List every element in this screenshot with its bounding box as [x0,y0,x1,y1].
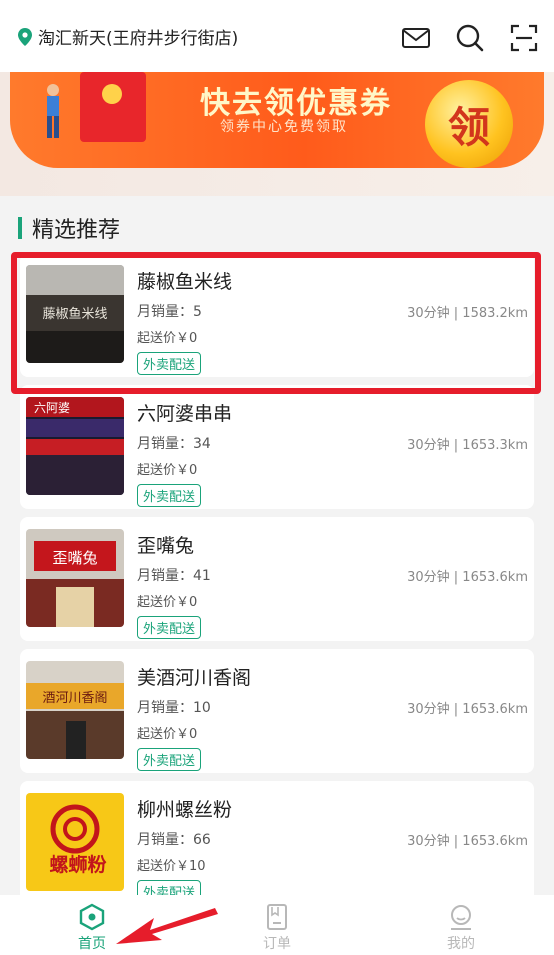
store-time-distance: 30分钟 | 1653.6km [407,834,528,849]
store-sign-text: 六阿婆 [34,401,70,415]
store-name: 六阿婆串串 [137,403,233,425]
store-sales: 月销量：34 [137,436,211,452]
store-name: 歪嘴兔 [137,535,195,557]
section-title-text: 精选推荐 [32,218,121,243]
store-name: 柳州螺丝粉 [137,799,233,821]
store-card[interactable]: 六阿婆 六阿婆串串 月销量：34 30分钟 | 1653.3km 起送价￥0 外… [20,385,534,509]
store-time-distance: 30分钟 | 1653.6km [407,702,528,717]
store-sales: 月销量：41 [137,568,211,584]
store-card[interactable]: 歪嘴兔 歪嘴兔 月销量：41 30分钟 | 1653.6km 起送价￥0 外卖配… [20,517,534,641]
store-min-price: 起送价￥10 [137,859,206,874]
store-thumbnail: 螺蛳粉 [26,793,124,891]
store-thumbnail: 酒河川香阁 [26,661,124,759]
store-name: 美酒河川香阁 [137,667,252,689]
store-sign-text: 歪嘴兔 [52,549,97,567]
home-icon [78,903,106,931]
person-illustration [40,82,66,142]
store-thumbnail: 歪嘴兔 [26,529,124,627]
coin-icon: 领 [425,80,513,168]
mail-icon[interactable] [400,22,432,54]
location-pin-icon [18,27,32,46]
profile-icon [447,903,475,931]
delivery-tag: 外卖配送 [137,616,202,639]
red-envelope-icon [80,72,146,142]
store-min-price: 起送价￥0 [137,595,198,610]
search-icon[interactable] [454,22,486,54]
tab-profile[interactable]: 我的 [401,895,521,955]
tab-orders-label: 订单 [263,936,291,952]
coupon-banner[interactable]: 快去领优惠券 领券中心免费领取 领 [0,72,554,196]
red-arrow-annotation [116,908,218,944]
coin-label: 领 [447,102,490,152]
store-card[interactable]: 螺蛳粉 柳州螺丝粉 月销量：66 30分钟 | 1653.6km 起送价￥10 … [20,781,534,905]
section-title: 精选推荐 [18,212,120,244]
section-marker [18,217,22,239]
delivery-tag: 外卖配送 [137,748,202,771]
store-time-distance: 30分钟 | 1653.6km [407,570,528,585]
location-selector[interactable]: 淘汇新天(王府井步行街店) [18,24,238,49]
banner-subtitle: 领券中心免费领取 [220,119,348,135]
highlight-box [11,252,541,394]
store-thumbnail: 六阿婆 [26,397,124,495]
bottom-tab-bar: 首页 订单 我的 [0,895,554,955]
scan-icon[interactable] [508,22,540,54]
store-min-price: 起送价￥0 [137,727,198,742]
store-time-distance: 30分钟 | 1653.3km [407,438,528,453]
delivery-tag: 外卖配送 [137,484,202,507]
store-sales: 月销量：10 [137,700,211,716]
store-min-price: 起送价￥0 [137,463,198,478]
store-sales: 月销量：66 [137,832,211,848]
tab-profile-label: 我的 [447,936,475,952]
orders-icon [263,903,291,931]
store-card[interactable]: 酒河川香阁 美酒河川香阁 月销量：10 30分钟 | 1653.6km 起送价￥… [20,649,534,773]
store-sign-text: 螺蛳粉 [49,853,106,876]
store-sign-text: 酒河川香阁 [42,691,107,706]
location-label: 淘汇新天(王府井步行街店) [38,29,239,49]
top-bar: 淘汇新天(王府井步行街店) [0,0,554,72]
tab-orders[interactable]: 订单 [217,895,337,955]
